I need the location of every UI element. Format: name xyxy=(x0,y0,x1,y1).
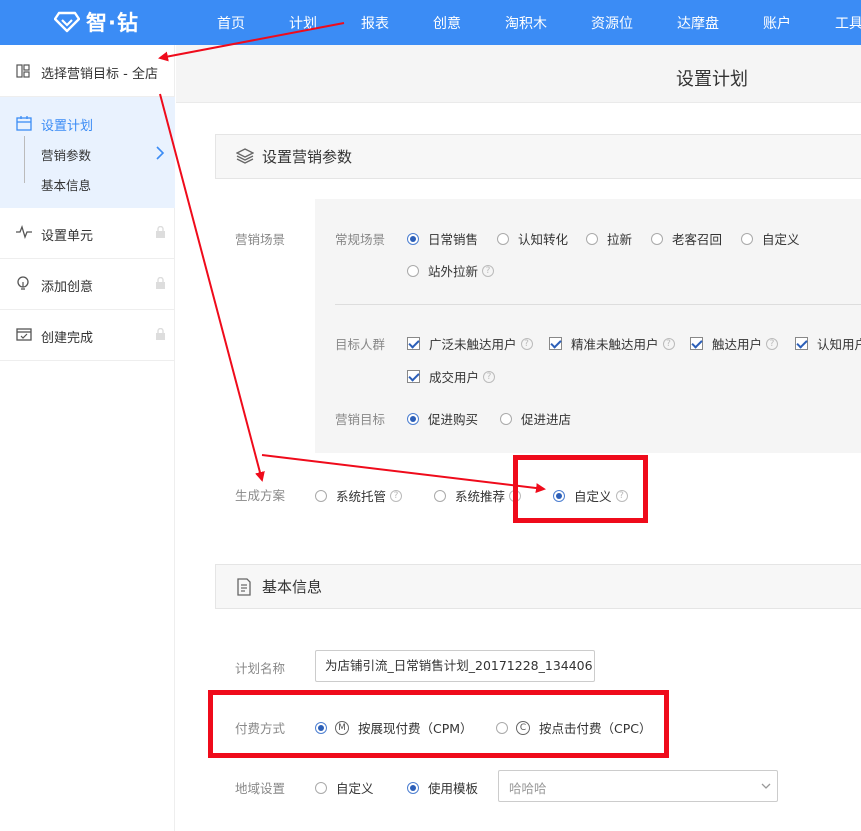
nav-plan[interactable]: 计划 xyxy=(289,13,317,33)
section-basic-title: 基本信息 xyxy=(262,578,323,596)
scene-option-offsite[interactable]: 站外拉新? xyxy=(407,261,495,280)
goal-option-purchase[interactable]: 促进购买 xyxy=(407,409,478,428)
layers-icon xyxy=(236,148,254,164)
lock-icon xyxy=(156,226,165,238)
help-icon[interactable]: ? xyxy=(482,264,495,277)
top-nav: 智·钻 首页 计划 报表 创意 淘积木 资源位 达摩盘 账户 工具 xyxy=(0,0,861,45)
help-icon[interactable]: ? xyxy=(766,337,779,350)
radio-daily[interactable] xyxy=(407,232,419,245)
audience-option-cognitive[interactable]: 认知用户 xyxy=(795,334,861,353)
help-icon[interactable]: ? xyxy=(390,489,403,502)
section-marketing-title: 设置营销参数 xyxy=(262,148,353,166)
radio-custom[interactable] xyxy=(741,232,753,245)
radio-managed[interactable] xyxy=(315,489,327,502)
audience-option-precise[interactable]: 精准未触达用户? xyxy=(549,334,675,353)
generate-option-managed[interactable]: 系统托管? xyxy=(315,486,403,505)
document-icon xyxy=(237,578,251,596)
pulse-icon xyxy=(16,225,32,239)
scene-option-recall[interactable]: 老客召回 xyxy=(651,229,722,248)
page-header: 设置计划 xyxy=(176,45,861,103)
plan-name-input[interactable]: 为店铺引流_日常销售计划_20171228_134406 xyxy=(315,650,595,682)
radio-cognition[interactable] xyxy=(497,232,509,245)
scene-option-cognition[interactable]: 认知转化 xyxy=(497,229,568,248)
calendar-icon xyxy=(16,116,32,131)
sidebar-item-finish[interactable]: 创建完成 xyxy=(0,310,175,361)
radio-recall[interactable] xyxy=(651,232,663,245)
radio-purchase[interactable] xyxy=(407,412,419,425)
lock-icon xyxy=(156,277,165,289)
scene-option-daily[interactable]: 日常销售 xyxy=(407,229,478,248)
chevron-right-icon xyxy=(156,146,165,160)
regular-scene-label: 常规场景 xyxy=(335,232,386,247)
nav-resource[interactable]: 资源位 xyxy=(591,13,633,33)
annotation-highlight-payment xyxy=(208,690,669,758)
nav-home[interactable]: 首页 xyxy=(217,13,245,33)
checkbox-precise[interactable] xyxy=(549,337,562,350)
brand-name: 智·钻 xyxy=(86,11,139,35)
generate-option-recommend[interactable]: 系统推荐? xyxy=(434,486,522,505)
radio-region-custom[interactable] xyxy=(315,781,327,794)
sidebar-sub-basic[interactable]: 基本信息 xyxy=(41,175,91,194)
checkbox-reached[interactable] xyxy=(690,337,703,350)
sidebar-plan-label: 设置计划 xyxy=(41,119,94,134)
region-option-custom[interactable]: 自定义 xyxy=(315,778,374,797)
scene-option-new[interactable]: 拉新 xyxy=(586,229,632,248)
section-basic-header: 基本信息 xyxy=(215,564,861,609)
radio-region-template[interactable] xyxy=(407,781,419,794)
generate-label: 生成方案 xyxy=(235,488,286,503)
checkbox-converted[interactable] xyxy=(407,370,420,383)
brand-logo[interactable]: 智·钻 xyxy=(54,9,139,35)
plan-name-label: 计划名称 xyxy=(235,661,286,676)
finish-calendar-icon xyxy=(16,328,32,341)
nav-taojimu[interactable]: 淘积木 xyxy=(505,13,547,33)
sidebar-item-creative[interactable]: 添加创意 xyxy=(0,259,175,310)
checkbox-cognitive[interactable] xyxy=(795,337,808,350)
region-template-value: 哈哈哈 xyxy=(509,781,547,796)
region-template-select[interactable]: 哈哈哈 xyxy=(498,770,778,802)
audience-option-converted[interactable]: 成交用户? xyxy=(407,367,496,386)
radio-new[interactable] xyxy=(586,232,598,245)
sidebar-item-unit[interactable]: 设置单元 xyxy=(0,208,175,259)
sidebar-unit-label: 设置单元 xyxy=(41,229,94,244)
annotation-highlight-custom xyxy=(513,455,648,523)
radio-recommend[interactable] xyxy=(434,489,446,502)
gem-logo-icon xyxy=(54,11,80,33)
audience-option-broad[interactable]: 广泛未触达用户? xyxy=(407,334,533,353)
nav-damopan[interactable]: 达摩盘 xyxy=(677,13,719,33)
help-icon[interactable]: ? xyxy=(483,370,496,383)
sidebar-item-goal[interactable]: 选择营销目标 - 全店 xyxy=(0,45,175,97)
sidebar: 选择营销目标 - 全店 设置计划 营销参数 基本信息 设置单元 添加创意 创建完… xyxy=(0,45,175,831)
tree-line xyxy=(24,136,25,183)
audience-option-reached[interactable]: 触达用户? xyxy=(690,334,779,353)
goal-label: 营销目标 xyxy=(335,412,386,427)
target-grid-icon xyxy=(16,64,30,78)
scene-option-custom[interactable]: 自定义 xyxy=(741,229,800,248)
sidebar-creative-label: 添加创意 xyxy=(41,280,94,295)
sidebar-sub-marketing[interactable]: 营销参数 xyxy=(41,145,91,164)
region-option-template[interactable]: 使用模板 xyxy=(407,778,478,797)
radio-offsite[interactable] xyxy=(407,264,419,277)
nav-report[interactable]: 报表 xyxy=(361,13,389,33)
chevron-down-icon xyxy=(761,783,771,789)
audience-label: 目标人群 xyxy=(335,337,386,352)
sidebar-item-plan[interactable]: 设置计划 营销参数 基本信息 xyxy=(0,97,175,208)
radio-visit[interactable] xyxy=(500,412,512,425)
help-icon[interactable]: ? xyxy=(662,337,675,350)
nav-account[interactable]: 账户 xyxy=(763,13,791,33)
goal-option-visit[interactable]: 促进进店 xyxy=(500,409,571,428)
scene-label: 营销场景 xyxy=(235,232,286,247)
help-icon[interactable]: ? xyxy=(520,337,533,350)
nav-creative[interactable]: 创意 xyxy=(433,13,461,33)
sidebar-finish-label: 创建完成 xyxy=(41,331,94,346)
checkbox-broad[interactable] xyxy=(407,337,420,350)
panel-divider xyxy=(335,304,861,305)
section-marketing-header: 设置营销参数 xyxy=(215,134,861,179)
bulb-icon xyxy=(17,276,29,290)
lock-icon xyxy=(156,328,165,340)
nav-tools[interactable]: 工具 xyxy=(835,13,861,33)
sidebar-goal-label: 选择营销目标 - 全店 xyxy=(41,67,158,82)
page-title: 设置计划 xyxy=(676,69,748,90)
region-label: 地域设置 xyxy=(235,781,286,796)
